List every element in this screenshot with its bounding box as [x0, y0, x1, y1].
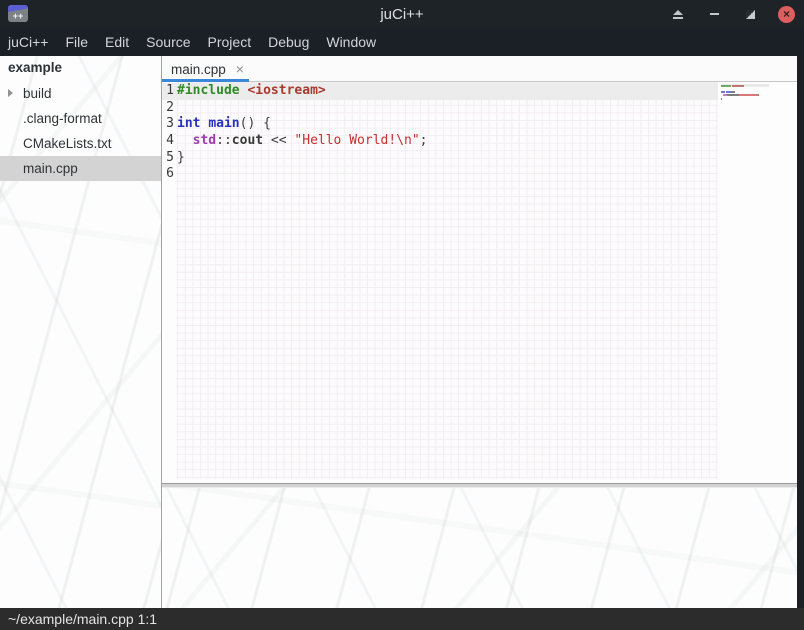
eject-icon[interactable] [670, 6, 686, 22]
tree-item-main-cpp[interactable]: main.cpp [0, 156, 161, 181]
token-fn: main [208, 116, 239, 131]
menu-item-debug[interactable]: Debug [268, 34, 309, 50]
tabbar: main.cpp × [162, 56, 804, 82]
line-content: std::cout << "Hello World!\n"; [177, 133, 427, 150]
close-icon[interactable]: × [778, 6, 795, 23]
menu-item-window[interactable]: Window [326, 34, 376, 50]
menu-item-edit[interactable]: Edit [105, 34, 129, 50]
window-controls: × [670, 0, 795, 28]
project-root-label: example [8, 60, 62, 75]
minimap-row [721, 87, 769, 89]
code-line-4[interactable]: 4 std::cout << "Hello World!\n"; [162, 133, 427, 150]
tree-item-build[interactable]: build [0, 81, 161, 106]
editor-pane: main.cpp × 1#include <iostream>23int mai… [162, 56, 804, 608]
status-file-position: ~/example/main.cpp 1:1 [8, 611, 157, 627]
tree-item-label: build [23, 86, 52, 101]
line-number: 2 [162, 100, 174, 117]
tree-item-cmakelists-txt[interactable]: CMakeLists.txt [0, 131, 161, 156]
code-text[interactable]: 1#include <iostream>23int main() {4 std:… [162, 83, 427, 183]
code-line-5[interactable]: 5} [162, 150, 427, 167]
code-line-6[interactable]: 6 [162, 166, 427, 183]
minimap-segment [721, 98, 722, 100]
token-ns: std [193, 133, 216, 148]
minimap[interactable] [721, 84, 769, 104]
bottom-panel [162, 488, 804, 608]
minimize-icon[interactable] [706, 6, 722, 22]
line-content: #include <iostream> [177, 83, 326, 100]
minimap-segment [739, 94, 758, 96]
minimap-segment [721, 85, 731, 87]
token-plain [177, 133, 193, 148]
menu-item-source[interactable]: Source [146, 34, 190, 50]
window-title: juCi++ [380, 6, 423, 23]
token-emph: cout [232, 133, 263, 148]
menu-item-file[interactable]: File [65, 34, 88, 50]
token-plain: :: [216, 133, 232, 148]
file-tree: build .clang-format CMakeLists.txt main.cpp [0, 81, 161, 181]
token-header: <iostream> [247, 83, 325, 98]
tree-item-label: main.cpp [23, 161, 78, 176]
minimap-segment [732, 85, 744, 87]
menu-item-project[interactable]: Project [208, 34, 252, 50]
code-line-3[interactable]: 3int main() { [162, 116, 427, 133]
minimap-row [721, 91, 769, 93]
token-plain: () { [240, 116, 271, 131]
titlebar: ++ juCi++ × [0, 0, 804, 28]
token-str: "Hello World!\n" [294, 133, 419, 148]
vertical-scrollbar[interactable] [797, 56, 804, 608]
tree-item-label: .clang-format [23, 111, 102, 126]
statusbar: ~/example/main.cpp 1:1 [0, 608, 804, 630]
menubar: juCi++ File Edit Source Project Debug Window [0, 28, 804, 56]
minimap-row [721, 94, 769, 96]
code-editor[interactable]: 1#include <iostream>23int main() {4 std:… [162, 82, 804, 483]
line-number: 5 [162, 150, 174, 167]
restore-icon[interactable] [742, 6, 758, 22]
token-plain: << [263, 133, 294, 148]
token-preproc: #include [177, 83, 240, 98]
app-icon-plusplus: ++ [8, 11, 28, 22]
line-number: 1 [162, 83, 174, 100]
content-area: example build .clang-format CMakeLists.txt… [0, 56, 804, 608]
token-plain: } [177, 150, 185, 165]
line-content: int main() { [177, 116, 271, 133]
tab-label: main.cpp [171, 62, 226, 77]
tab-close-icon[interactable]: × [236, 62, 244, 76]
minimap-row [721, 101, 769, 103]
minimap-row [721, 98, 769, 100]
menu-item-juci[interactable]: juCi++ [8, 34, 48, 50]
file-tree-sidebar: example build .clang-format CMakeLists.txt… [0, 56, 162, 608]
token-kw: int [177, 116, 200, 131]
tree-item-label: CMakeLists.txt [23, 136, 112, 151]
tree-item--clang-format[interactable]: .clang-format [0, 106, 161, 131]
token-plain: ; [420, 133, 428, 148]
code-line-1[interactable]: 1#include <iostream> [162, 83, 427, 100]
line-content: } [177, 150, 185, 167]
line-number: 4 [162, 133, 174, 150]
app-icon: ++ [8, 5, 28, 22]
code-line-2[interactable]: 2 [162, 100, 427, 117]
expander-icon[interactable] [8, 89, 13, 97]
line-number: 3 [162, 116, 174, 133]
minimap-segment [731, 91, 736, 93]
line-number: 6 [162, 166, 174, 183]
minimap-segment [758, 94, 759, 96]
